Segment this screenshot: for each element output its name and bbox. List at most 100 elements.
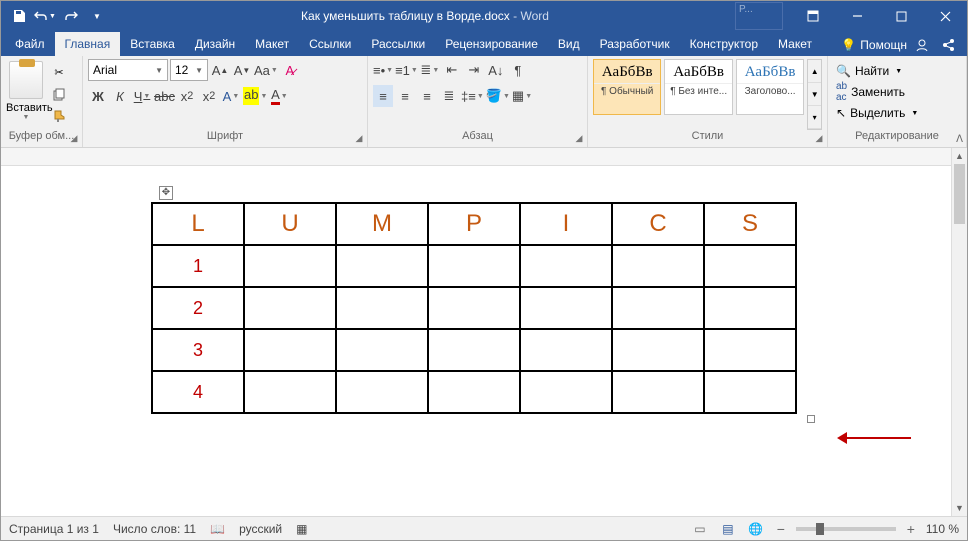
paste-button[interactable]: Вставить ▼ xyxy=(6,59,46,130)
undo-icon[interactable]: ▼ xyxy=(33,4,57,28)
cut-icon[interactable]: ✂ xyxy=(48,63,70,81)
language-indicator[interactable]: русский xyxy=(239,522,282,536)
table-cell[interactable] xyxy=(520,245,612,287)
bold-button[interactable]: Ж xyxy=(88,85,108,107)
table-cell[interactable]: I xyxy=(520,203,612,245)
table-cell[interactable] xyxy=(520,287,612,329)
account-icon[interactable] xyxy=(915,34,941,56)
zoom-out-button[interactable]: − xyxy=(774,521,788,537)
read-mode-icon[interactable]: ▭ xyxy=(690,520,710,538)
table-row[interactable]: 3 xyxy=(152,329,796,371)
table-cell[interactable] xyxy=(704,245,796,287)
decrease-indent-icon[interactable]: ⇤ xyxy=(442,59,462,81)
find-button[interactable]: 🔍Найти▼ xyxy=(833,61,961,81)
highlight-icon[interactable]: ab▼ xyxy=(243,85,267,107)
table-cell[interactable] xyxy=(704,287,796,329)
font-launcher-icon[interactable]: ◢ xyxy=(353,133,365,145)
table-cell[interactable] xyxy=(428,329,520,371)
font-size-combo[interactable]: 12▼ xyxy=(170,59,208,81)
styles-down-icon[interactable]: ▼ xyxy=(808,83,821,106)
table-cell[interactable] xyxy=(428,371,520,413)
grow-font-icon[interactable]: A▲ xyxy=(210,59,230,81)
subscript-button[interactable]: x2 xyxy=(177,85,197,107)
table-cell[interactable] xyxy=(704,371,796,413)
table-cell[interactable]: 4 xyxy=(152,371,244,413)
tell-me-search[interactable]: 💡 Помощн xyxy=(833,34,915,56)
table-cell[interactable]: 1 xyxy=(152,245,244,287)
table-move-handle-icon[interactable]: ✥ xyxy=(159,186,173,200)
superscript-button[interactable]: x2 xyxy=(199,85,219,107)
ribbon-options-icon[interactable] xyxy=(791,1,835,31)
tab-developer[interactable]: Разработчик xyxy=(590,32,680,56)
save-icon[interactable] xyxy=(7,4,31,28)
paragraph-group-label[interactable]: Абзац xyxy=(373,130,582,147)
tab-insert[interactable]: Вставка xyxy=(120,32,185,56)
justify-icon[interactable]: ≣ xyxy=(439,85,459,107)
text-effects-icon[interactable]: A▼ xyxy=(221,85,241,107)
clipboard-launcher-icon[interactable]: ◢ xyxy=(68,133,80,145)
align-left-icon[interactable]: ≡ xyxy=(373,85,393,107)
table-cell[interactable] xyxy=(520,329,612,371)
zoom-slider[interactable] xyxy=(796,527,896,531)
numbering-icon[interactable]: ≡1▼ xyxy=(395,59,418,81)
tab-design[interactable]: Дизайн xyxy=(185,32,245,56)
close-icon[interactable] xyxy=(923,1,967,31)
page-indicator[interactable]: Страница 1 из 1 xyxy=(9,522,99,536)
page[interactable]: ✥ L U M P I C S 1 2 3 4 xyxy=(1,166,951,414)
tab-file[interactable]: Файл xyxy=(5,32,55,56)
replace-button[interactable]: abacЗаменить xyxy=(833,82,961,102)
redo-icon[interactable] xyxy=(59,4,83,28)
style-heading1[interactable]: АаБбВв Заголово... xyxy=(736,59,804,115)
print-layout-icon[interactable]: ▤ xyxy=(718,520,738,538)
zoom-thumb[interactable] xyxy=(816,523,824,535)
table-cell[interactable] xyxy=(428,245,520,287)
zoom-level[interactable]: 110 % xyxy=(926,522,959,536)
table-row[interactable]: 2 xyxy=(152,287,796,329)
spell-check-icon[interactable]: 📖 xyxy=(210,522,225,536)
table-cell[interactable]: U xyxy=(244,203,336,245)
table-cell[interactable]: P xyxy=(428,203,520,245)
account-button[interactable]: P... xyxy=(735,2,783,30)
italic-button[interactable]: К xyxy=(110,85,130,107)
underline-button[interactable]: Ч▼ xyxy=(132,85,152,107)
table-cell[interactable]: C xyxy=(612,203,704,245)
collapse-ribbon-icon[interactable]: ᐱ xyxy=(956,134,963,145)
maximize-icon[interactable] xyxy=(879,1,923,31)
table-cell[interactable] xyxy=(612,371,704,413)
scroll-down-icon[interactable]: ▼ xyxy=(952,500,967,516)
tab-view[interactable]: Вид xyxy=(548,32,590,56)
font-name-combo[interactable]: Arial▼ xyxy=(88,59,168,81)
table-cell[interactable] xyxy=(244,371,336,413)
clipboard-group-label[interactable]: Буфер обм... xyxy=(6,130,77,147)
scroll-up-icon[interactable]: ▲ xyxy=(952,148,967,164)
font-color-icon[interactable]: A▼ xyxy=(269,85,289,107)
tab-table-layout[interactable]: Макет xyxy=(768,32,822,56)
multilevel-icon[interactable]: ≣▼ xyxy=(420,59,440,81)
select-button[interactable]: ↖Выделить▼ xyxy=(833,103,961,123)
align-right-icon[interactable]: ≡ xyxy=(417,85,437,107)
table-cell[interactable]: M xyxy=(336,203,428,245)
table-cell[interactable] xyxy=(336,245,428,287)
tab-layout[interactable]: Макет xyxy=(245,32,299,56)
table-row[interactable]: 1 xyxy=(152,245,796,287)
table-cell[interactable] xyxy=(244,245,336,287)
qat-customize-icon[interactable]: ▼ xyxy=(85,4,109,28)
table-cell[interactable] xyxy=(704,329,796,371)
change-case-icon[interactable]: Aa▼ xyxy=(254,59,278,81)
table-cell[interactable]: L xyxy=(152,203,244,245)
table-cell[interactable] xyxy=(244,287,336,329)
table-cell[interactable] xyxy=(520,371,612,413)
styles-up-icon[interactable]: ▲ xyxy=(808,60,821,83)
tab-review[interactable]: Рецензирование xyxy=(435,32,548,56)
table-cell[interactable] xyxy=(336,371,428,413)
table-row[interactable]: L U M P I C S xyxy=(152,203,796,245)
styles-more-icon[interactable]: ▾ xyxy=(808,106,821,129)
increase-indent-icon[interactable]: ⇥ xyxy=(464,59,484,81)
table-cell[interactable] xyxy=(336,329,428,371)
sort-icon[interactable]: А↓ xyxy=(486,59,506,81)
scroll-thumb[interactable] xyxy=(954,164,965,224)
copy-icon[interactable] xyxy=(48,85,70,103)
borders-icon[interactable]: ▦▼ xyxy=(512,85,532,107)
editing-group-label[interactable]: Редактирование xyxy=(833,130,961,147)
table-resize-handle-icon[interactable] xyxy=(807,415,815,423)
